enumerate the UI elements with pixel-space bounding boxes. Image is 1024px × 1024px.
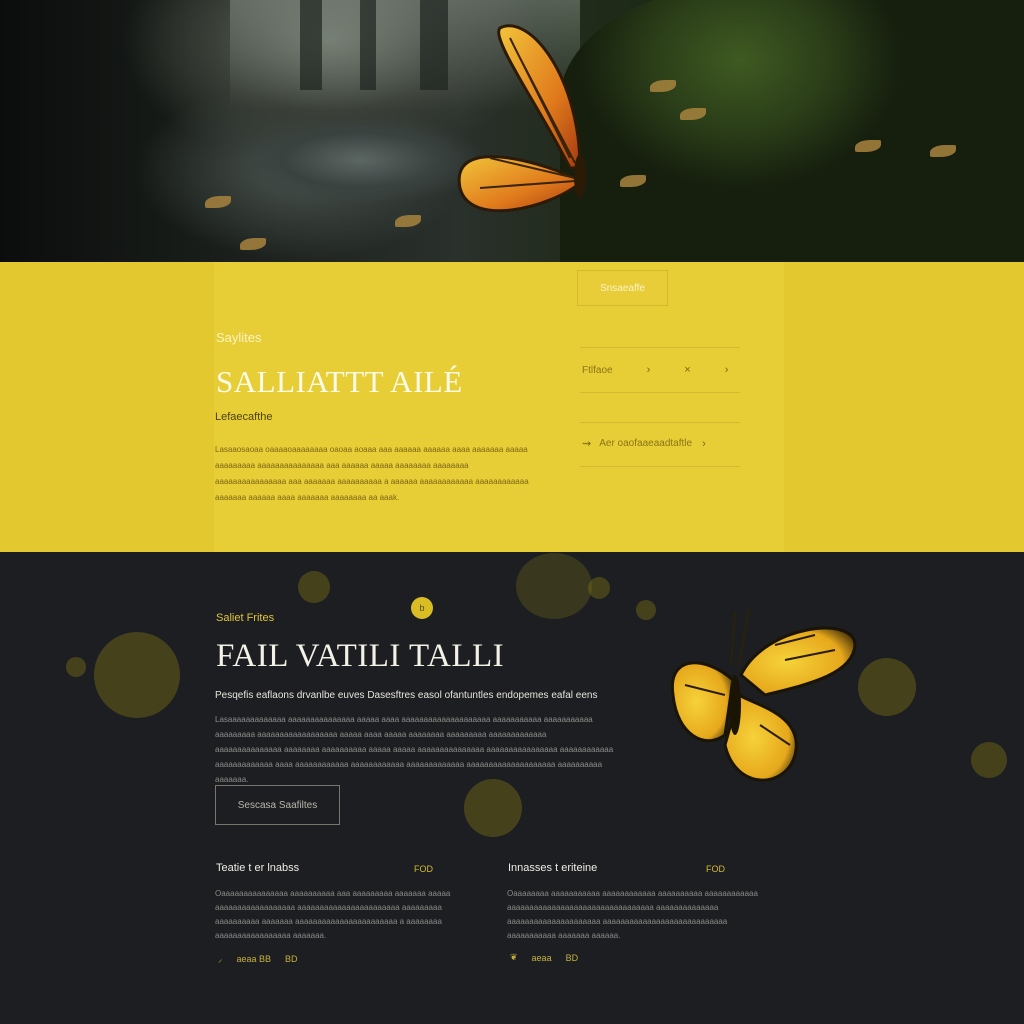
band-title: SALLIATTT AILÉ (216, 364, 463, 399)
band-eyebrow: Saylites (216, 330, 262, 345)
band-menu-row-2[interactable]: ⇝ Aer oaofaaeaadtaftle › (582, 437, 706, 451)
bokeh-light (94, 632, 180, 718)
divider (580, 392, 740, 393)
arrow-icon: ⇝ (582, 438, 592, 450)
bokeh-light (464, 779, 522, 837)
column-1-meta: ⸝ aeaa BB BD (218, 952, 298, 965)
section-title: FAIL VATILI TALLI (216, 638, 505, 674)
tree-trunk (300, 0, 322, 90)
column-2-meta: ❦ aeaa BD (510, 952, 578, 963)
bokeh-light (971, 742, 1007, 778)
column-1-tag: FOD (414, 864, 433, 874)
leaf-icon: ❦ (510, 952, 518, 962)
chevron-right-icon: › (646, 364, 651, 376)
divider (580, 422, 740, 423)
column-2-tag: FOD (706, 864, 725, 874)
butterfly-icon (670, 608, 857, 782)
chevron-right-icon: › (724, 364, 729, 376)
section-subtitle: Pesqefis eaflaons drvanlbe euves Dasesft… (215, 690, 598, 701)
band-menu-row-1-label: Ftlfaoe (582, 364, 613, 376)
band-menu-row-2-label: Aer oaofaaeaadtaftle (599, 438, 693, 449)
bokeh-light (66, 657, 86, 677)
band-pill-button[interactable]: Snsaeaffe (577, 270, 668, 306)
bokeh-light (858, 658, 916, 716)
band-menu-row-1[interactable]: Ftlfaoe › × › (582, 364, 742, 376)
divider (580, 466, 740, 467)
tree-trunk (360, 0, 376, 90)
feature-card (214, 262, 784, 552)
section-cta-button[interactable]: Sescasa Saafiltes (215, 785, 340, 825)
hero-image (0, 0, 1024, 262)
column-2-meta-a: aeaa (531, 952, 552, 963)
bokeh-light (588, 577, 610, 599)
column-2-text: Oaaaaaaaa aaaaaaaaaaa aaaaaaaaaaaa aaaaa… (507, 889, 758, 940)
section-paragraph: Lasaaaaaaaaaaaaa aaaaaaaaaaaaaaa aaaaa a… (215, 715, 614, 784)
band-subtitle: Lefaecafthe (215, 411, 273, 423)
column-2-title: Innasses t eriteine (508, 862, 598, 874)
column-2-meta-b: BD (565, 952, 579, 963)
feature-band (0, 262, 1024, 552)
leaf (205, 196, 231, 208)
band-paragraph: Lasaaosaoaa oaaaaoaaaaaaaa oaoaa aoaaa a… (215, 445, 529, 502)
column-1-meta-a: aeaa BB (236, 953, 272, 964)
close-icon: × (684, 364, 691, 376)
butterfly-hero-icon (457, 24, 586, 213)
divider (580, 347, 740, 348)
column-1-meta-b: BD (285, 953, 298, 964)
accent-dot: b (411, 597, 433, 619)
column-1-text: Oaaaaaaaaaaaaaaa aaaaaaaaaa aaa aaaaaaaa… (215, 889, 451, 940)
bokeh-light (298, 571, 330, 603)
section-eyebrow: Saliet Frites (216, 612, 275, 624)
bokeh-light (516, 553, 592, 619)
bokeh-light (636, 600, 656, 620)
column-1-title: Teatie t er lnabss (216, 862, 300, 874)
chevron-right-icon: › (702, 437, 706, 450)
bookmark-icon: ⸝ (218, 954, 223, 964)
